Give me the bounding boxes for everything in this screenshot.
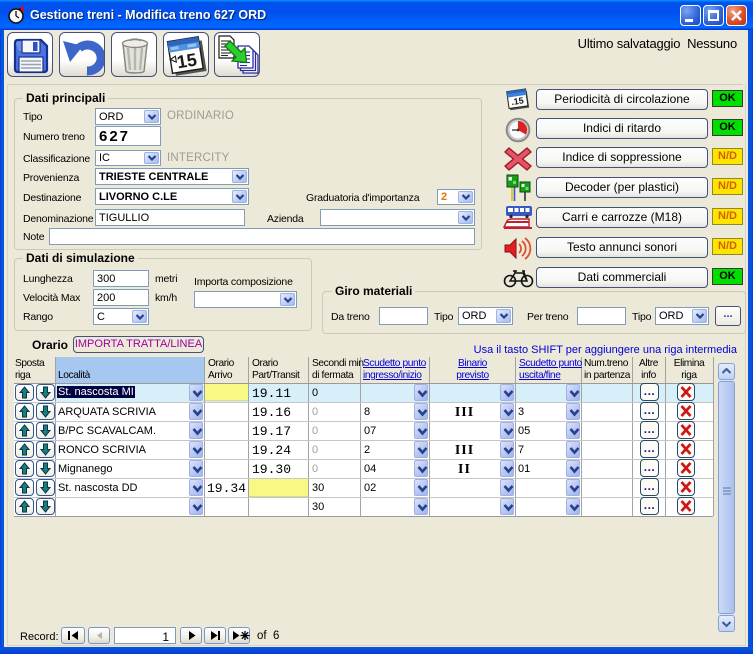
svg-text:15: 15	[175, 49, 198, 72]
svg-text:.15: .15	[511, 95, 525, 107]
